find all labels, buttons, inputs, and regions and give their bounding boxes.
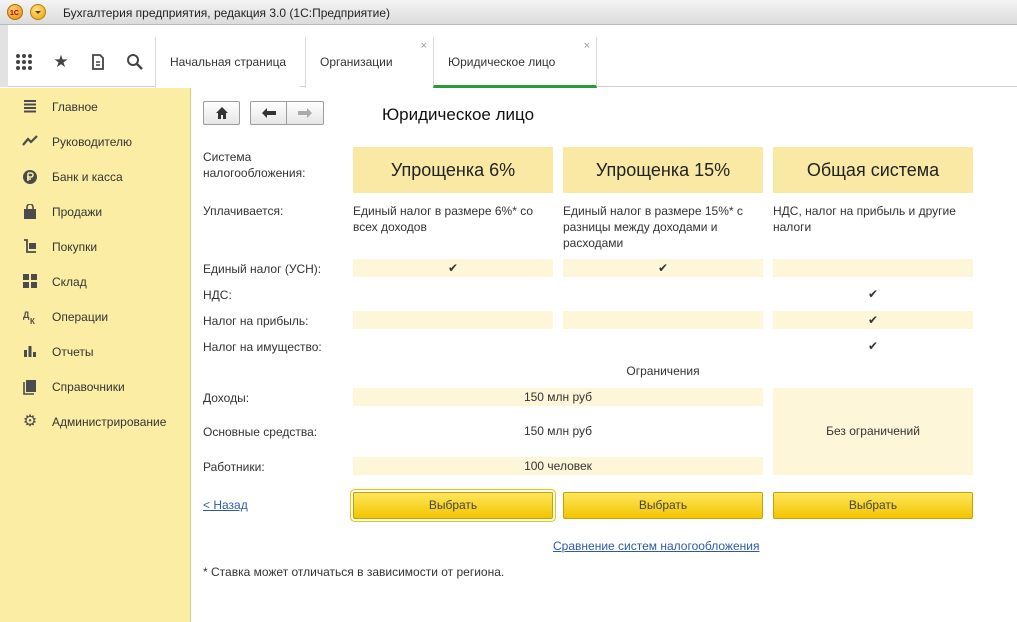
sidebar-item-label: Покупки xyxy=(52,240,98,254)
vat-label: НДС: xyxy=(203,288,232,302)
menu-icon xyxy=(22,99,38,115)
sidebar-item-label: Администрирование xyxy=(52,415,167,429)
sidebar-item-administration[interactable]: ⚙ Администрирование xyxy=(0,405,190,440)
sidebar-item-label: Главное xyxy=(52,100,98,114)
bag-icon xyxy=(22,203,38,220)
income-limit: 150 млн руб xyxy=(353,388,763,406)
pays-label: Уплачивается: xyxy=(203,204,284,218)
fixed-assets-label: Основные средства: xyxy=(203,425,318,439)
operations-icon: ДК xyxy=(22,309,38,326)
sidebar-item-sales[interactable]: Продажи xyxy=(0,195,190,230)
close-icon[interactable]: × xyxy=(584,21,590,71)
svg-text:1С: 1С xyxy=(10,10,19,17)
warehouse-icon xyxy=(22,274,38,290)
history-icon[interactable] xyxy=(86,52,110,72)
toolbar-edge xyxy=(0,25,8,87)
profit-tax-label: Налог на прибыль: xyxy=(203,314,309,328)
profit-check-usn6 xyxy=(353,311,553,329)
sidebar-item-label: Руководителю xyxy=(52,135,133,149)
workers-label: Работники: xyxy=(203,460,265,474)
book-icon xyxy=(22,379,38,395)
compare-systems-link[interactable]: Сравнение систем налогообложения xyxy=(553,539,759,553)
tax-system-label: Система налогообложения: xyxy=(203,150,306,180)
tab-label: Организации xyxy=(320,55,393,69)
profit-check-general: ✔ xyxy=(773,311,973,329)
property-check-general: ✔ xyxy=(867,339,879,353)
general-no-limits: Без ограничений xyxy=(773,388,973,475)
choose-general-button[interactable]: Выбрать xyxy=(773,492,973,519)
property-check-usn6 xyxy=(353,337,553,355)
tab-organizations[interactable]: Организации × xyxy=(305,37,433,88)
sidebar-item-director[interactable]: Руководителю xyxy=(0,125,190,160)
property-check-usn15 xyxy=(563,337,763,355)
sidebar-item-operations[interactable]: ДК Операции xyxy=(0,300,190,335)
fixed-assets-limit: 150 млн руб xyxy=(523,424,593,438)
arrow-left-icon xyxy=(261,108,276,118)
forward-nav-button[interactable] xyxy=(286,101,324,125)
usn-check-usn6: ✔ xyxy=(353,259,553,277)
sidebar-item-bank[interactable]: Банк и касса xyxy=(0,160,190,195)
cart-icon xyxy=(22,239,38,255)
window-title: Бухгалтерия предприятия, редакция 3.0 (1… xyxy=(63,6,391,20)
sidebar-item-label: Операции xyxy=(52,310,109,324)
tab-home[interactable]: Начальная страница xyxy=(155,37,301,88)
column-header-usn15: Упрощенка 15% xyxy=(563,147,763,193)
sidebar-item-warehouse[interactable]: Склад xyxy=(0,265,190,300)
sidebar-item-references[interactable]: Справочники xyxy=(0,370,190,405)
choose-usn15-button[interactable]: Выбрать xyxy=(563,492,763,519)
bar-chart-icon xyxy=(22,344,38,360)
profit-check-usn15 xyxy=(563,311,763,329)
home-button[interactable] xyxy=(203,101,240,125)
workers-limit: 100 человек xyxy=(353,457,763,475)
sidebar-item-reports[interactable]: Отчеты xyxy=(0,335,190,370)
search-icon[interactable] xyxy=(123,52,147,72)
income-label: Доходы: xyxy=(203,391,250,405)
favorites-star-icon[interactable]: ★ xyxy=(49,52,73,72)
app-logo-icon[interactable]: 1С xyxy=(7,4,23,20)
vat-check-usn6 xyxy=(353,285,553,303)
apps-grid-icon[interactable] xyxy=(12,52,36,72)
sidebar-item-main[interactable]: Главное xyxy=(0,90,190,125)
main-menu-icon[interactable] xyxy=(30,4,46,20)
sidebar-item-purchases[interactable]: Покупки xyxy=(0,230,190,265)
vat-check-general: ✔ xyxy=(867,287,879,301)
sidebar-item-label: Продажи xyxy=(52,205,103,219)
close-icon[interactable]: × xyxy=(421,21,427,71)
trend-icon xyxy=(22,134,38,150)
sidebar-item-label: Банк и касса xyxy=(52,170,123,184)
column-header-usn6: Упрощенка 6% xyxy=(353,147,553,193)
ruble-icon xyxy=(22,169,38,185)
property-tax-label: Налог на имущество: xyxy=(203,340,322,354)
svg-text:Д: Д xyxy=(23,310,30,320)
tab-label: Юридическое лицо xyxy=(448,55,556,69)
vat-check-usn15 xyxy=(563,285,763,303)
arrow-right-icon xyxy=(298,108,312,118)
gear-icon: ⚙ xyxy=(22,413,38,430)
back-link[interactable]: < Назад xyxy=(203,498,248,512)
page-title: Юридическое лицо xyxy=(382,105,535,124)
pays-usn15: Единый налог в размере 15%* с разницы ме… xyxy=(563,204,743,250)
home-icon xyxy=(215,107,228,119)
column-header-general: Общая система xyxy=(773,147,973,193)
sidebar-item-label: Справочники xyxy=(52,380,125,394)
tab-legal-entity[interactable]: Юридическое лицо × xyxy=(433,37,597,88)
usn-check-usn15: ✔ xyxy=(563,259,763,277)
tab-label: Начальная страница xyxy=(170,55,287,69)
usn-label: Единый налог (УСН): xyxy=(203,262,322,276)
pays-usn6: Единый налог в размере 6%* со всех доход… xyxy=(353,204,534,234)
pays-general: НДС, налог на прибыль и другие налоги xyxy=(773,204,956,234)
sidebar-item-label: Склад xyxy=(52,275,87,289)
limits-heading: Ограничения xyxy=(626,364,700,378)
svg-text:К: К xyxy=(30,317,35,325)
choose-usn6-button[interactable]: Выбрать xyxy=(353,492,553,519)
usn-check-general xyxy=(773,259,973,277)
footnote: * Ставка может отличаться в зависимости … xyxy=(203,565,505,579)
back-nav-button[interactable] xyxy=(250,101,287,125)
sidebar-item-label: Отчеты xyxy=(52,345,94,359)
